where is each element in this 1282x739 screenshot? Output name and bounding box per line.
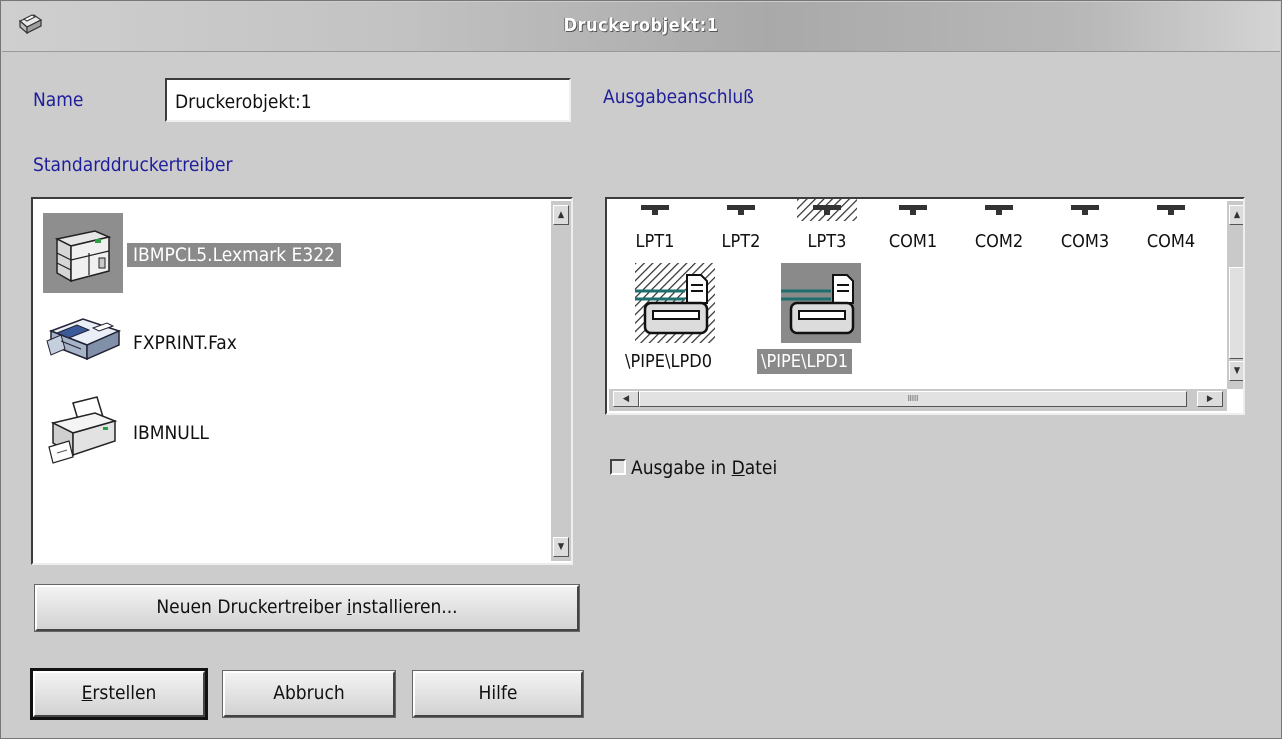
port-item-lpt3[interactable]: LPT3 bbox=[789, 199, 865, 261]
port-label-com3: COM3 bbox=[1060, 231, 1110, 252]
driver-name: FXPRINT.Fax bbox=[133, 332, 237, 354]
window-title: Druckerobjekt:1 bbox=[563, 15, 719, 36]
driver-name: IBMPCL5.Lexmark E322 bbox=[127, 243, 341, 267]
name-input[interactable]: Druckerobjekt:1 bbox=[165, 78, 571, 122]
scroll-down-icon[interactable]: ▼ bbox=[1229, 361, 1243, 381]
port-label-lpt3: LPT3 bbox=[807, 231, 847, 252]
scroll-left-icon[interactable]: ◀ bbox=[613, 391, 639, 407]
help-button[interactable]: Hilfe bbox=[412, 670, 584, 718]
port-connector-icon bbox=[641, 205, 669, 215]
port-label-com4: COM4 bbox=[1146, 231, 1196, 252]
port-label-lpt1: LPT1 bbox=[635, 231, 675, 252]
output-to-file-checkbox[interactable] bbox=[610, 459, 626, 475]
port-item-pipe-lpd1[interactable] bbox=[781, 263, 861, 343]
scroll-up-icon[interactable]: ▲ bbox=[1229, 205, 1243, 225]
output-to-file-label[interactable]: Ausgabe in Datei bbox=[631, 457, 777, 479]
port-list-vscrollbar[interactable]: ▲ ▼ bbox=[1227, 201, 1243, 389]
port-list-hscrollbar[interactable]: ◀ IIIII ▶ bbox=[609, 389, 1227, 411]
port-item-com2[interactable]: COM2 bbox=[961, 199, 1037, 261]
port-label-com1: COM1 bbox=[888, 231, 938, 252]
port-connector-icon bbox=[727, 205, 755, 215]
port-label-pipe-lpd1: \PIPE\LPD1 bbox=[757, 349, 853, 374]
title-bar[interactable]: Druckerobjekt:1 bbox=[2, 2, 1280, 52]
network-printer-icon bbox=[781, 274, 855, 335]
scroll-down-icon[interactable]: ▼ bbox=[553, 537, 569, 557]
create-button[interactable]: Erstellen bbox=[30, 668, 208, 720]
port-connector-icon bbox=[985, 205, 1013, 215]
fax-icon bbox=[43, 301, 123, 381]
network-printer-icon bbox=[635, 263, 715, 343]
port-label-pipe-lpd0: \PIPE\LPD0 bbox=[625, 351, 713, 372]
scroll-thumb[interactable] bbox=[1229, 267, 1243, 359]
port-item-lpt2[interactable]: LPT2 bbox=[703, 199, 779, 261]
list-item-driver-ibmpcl5[interactable]: IBMPCL5.Lexmark E322 bbox=[43, 213, 523, 293]
list-item-driver-fxprint[interactable]: FXPRINT.Fax bbox=[43, 301, 523, 381]
port-item-com3[interactable]: COM3 bbox=[1047, 199, 1123, 261]
laser-printer-icon bbox=[43, 213, 123, 293]
port-connector-icon bbox=[899, 205, 927, 215]
output-port-list[interactable]: LPT1 LPT2 LPT3 COM1 COM2 COM3 COM4 \PIPE\LPD0 bbox=[605, 197, 1245, 415]
port-item-lpt1[interactable]: LPT1 bbox=[617, 199, 693, 261]
port-item-com4[interactable]: COM4 bbox=[1133, 199, 1209, 261]
scroll-right-icon[interactable]: ▶ bbox=[1197, 391, 1223, 407]
port-connector-icon bbox=[797, 199, 857, 221]
driver-name: IBMNULL bbox=[133, 422, 209, 444]
printer-object-dialog: Druckerobjekt:1 Name Druckerobjekt:1 Aus… bbox=[0, 0, 1282, 739]
default-driver-label: Standarddruckertreiber bbox=[33, 154, 233, 176]
driver-list[interactable]: IBMPCL5.Lexmark E322 FXPRINT.Fax IBMNULL… bbox=[31, 197, 573, 565]
port-label-lpt2: LPT2 bbox=[721, 231, 761, 252]
driver-list-scrollbar[interactable]: ▲ ▼ bbox=[551, 201, 571, 561]
name-label: Name bbox=[33, 89, 84, 111]
port-connector-icon bbox=[1157, 205, 1185, 215]
install-driver-button[interactable]: Neuen Druckertreiber installieren... bbox=[34, 584, 580, 632]
port-item-pipe-lpd0[interactable] bbox=[635, 263, 715, 343]
list-item-driver-ibmnull[interactable]: IBMNULL bbox=[43, 391, 523, 471]
output-port-label: Ausgabeanschluß bbox=[603, 86, 754, 108]
port-item-com1[interactable]: COM1 bbox=[875, 199, 951, 261]
scroll-up-icon[interactable]: ▲ bbox=[553, 205, 569, 225]
cancel-button[interactable]: Abbruch bbox=[222, 670, 396, 718]
port-connector-icon bbox=[1071, 205, 1099, 215]
port-label-com2: COM2 bbox=[974, 231, 1024, 252]
printer-icon bbox=[43, 391, 123, 471]
scroll-thumb[interactable]: IIIII bbox=[639, 391, 1187, 407]
